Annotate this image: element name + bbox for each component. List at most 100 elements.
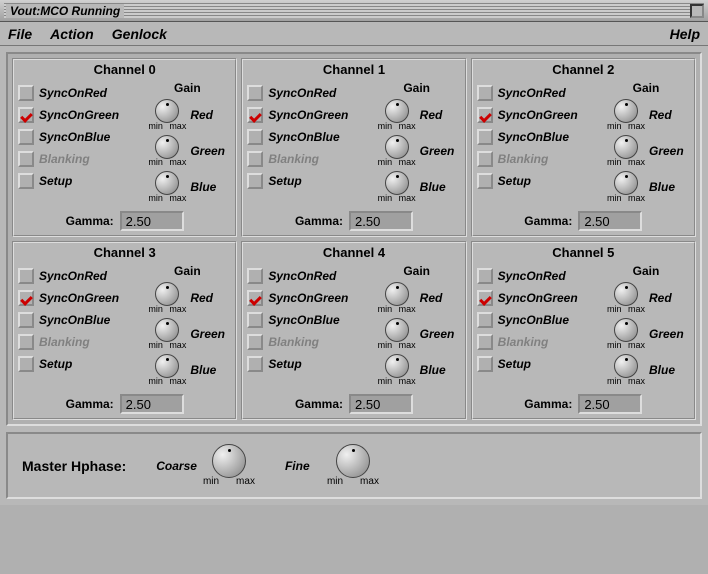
setup-row: Setup (18, 173, 135, 189)
sync-on-green-row: SyncOnGreen (247, 107, 364, 123)
sync-on-blue-checkbox[interactable] (477, 312, 493, 328)
red-gain-dial[interactable] (385, 282, 409, 306)
green-gain-dial[interactable] (614, 318, 638, 342)
red-gain-dial[interactable] (155, 99, 179, 123)
blanking-row: Blanking (247, 334, 364, 350)
sync-on-blue-checkbox[interactable] (477, 129, 493, 145)
red-gain-dial[interactable] (614, 282, 638, 306)
red-gain-dial[interactable] (155, 282, 179, 306)
sync-on-blue-row: SyncOnBlue (247, 129, 364, 145)
gamma-input[interactable] (120, 394, 184, 414)
master-hphase-panel: Master Hphase: Coarse minmax Fine minmax (6, 432, 702, 499)
blue-gain-dial[interactable] (385, 354, 409, 378)
blanking-row: Blanking (18, 334, 135, 350)
sync-on-blue-checkbox[interactable] (18, 312, 34, 328)
sync-on-red-checkbox[interactable] (477, 268, 493, 284)
gain-label: Gain (403, 81, 430, 95)
blanking-row: Blanking (18, 151, 135, 167)
blue-gain-dial[interactable] (614, 171, 638, 195)
sync-on-blue-row: SyncOnBlue (18, 312, 135, 328)
green-gain-dial[interactable] (385, 318, 409, 342)
sync-on-red-row: SyncOnRed (477, 85, 594, 101)
sync-on-green-checkbox[interactable] (18, 107, 34, 123)
blanking-row: Blanking (477, 334, 594, 350)
sync-on-green-row: SyncOnGreen (247, 290, 364, 306)
setup-row: Setup (18, 356, 135, 372)
sync-on-blue-row: SyncOnBlue (247, 312, 364, 328)
sync-on-red-row: SyncOnRed (477, 268, 594, 284)
title-bar: Vout:MCO Running (0, 0, 708, 22)
gain-label: Gain (403, 264, 430, 278)
sync-on-green-checkbox[interactable] (477, 107, 493, 123)
coarse-label: Coarse (156, 459, 197, 473)
gamma-input[interactable] (349, 211, 413, 231)
setup-checkbox[interactable] (477, 356, 493, 372)
sync-on-green-row: SyncOnGreen (477, 290, 594, 306)
sync-on-green-checkbox[interactable] (477, 290, 493, 306)
gamma-label: Gamma: (295, 214, 343, 228)
sync-on-red-checkbox[interactable] (477, 85, 493, 101)
sync-on-green-checkbox[interactable] (247, 290, 263, 306)
setup-checkbox[interactable] (18, 356, 34, 372)
setup-row: Setup (247, 356, 364, 372)
sync-on-green-checkbox[interactable] (18, 290, 34, 306)
channel-panel-1: Channel 1 SyncOnRed SyncOnGreen SyncOnBl… (241, 58, 466, 237)
menu-help[interactable]: Help (670, 26, 700, 42)
gamma-input[interactable] (578, 211, 642, 231)
gamma-label: Gamma: (524, 397, 572, 411)
setup-row: Setup (477, 173, 594, 189)
menu-file[interactable]: File (8, 26, 32, 42)
red-gain-dial[interactable] (385, 99, 409, 123)
setup-checkbox[interactable] (247, 356, 263, 372)
green-gain-dial[interactable] (155, 318, 179, 342)
sync-on-green-row: SyncOnGreen (18, 107, 135, 123)
channel-panel-4: Channel 4 SyncOnRed SyncOnGreen SyncOnBl… (241, 241, 466, 420)
sync-on-blue-checkbox[interactable] (247, 312, 263, 328)
sync-on-blue-checkbox[interactable] (18, 129, 34, 145)
gamma-input[interactable] (120, 211, 184, 231)
blue-gain-dial[interactable] (155, 171, 179, 195)
gamma-label: Gamma: (66, 214, 114, 228)
blanking-checkbox (247, 334, 263, 350)
setup-row: Setup (247, 173, 364, 189)
sync-on-red-checkbox[interactable] (247, 268, 263, 284)
setup-checkbox[interactable] (247, 173, 263, 189)
green-gain-dial[interactable] (385, 135, 409, 159)
coarse-dial[interactable] (212, 444, 246, 478)
menu-genlock[interactable]: Genlock (112, 26, 167, 42)
blanking-row: Blanking (247, 151, 364, 167)
sync-on-red-row: SyncOnRed (247, 268, 364, 284)
setup-checkbox[interactable] (477, 173, 493, 189)
blue-gain-dial[interactable] (614, 354, 638, 378)
blanking-checkbox (477, 334, 493, 350)
blue-gain-dial[interactable] (155, 354, 179, 378)
sync-on-blue-row: SyncOnBlue (18, 129, 135, 145)
sync-on-blue-row: SyncOnBlue (477, 129, 594, 145)
gain-label: Gain (174, 264, 201, 278)
channel-title: Channel 5 (477, 245, 690, 260)
sync-on-green-checkbox[interactable] (247, 107, 263, 123)
window-title: Vout:MCO Running (6, 4, 124, 18)
channel-title: Channel 0 (18, 62, 231, 77)
gain-label: Gain (633, 81, 660, 95)
minimize-button[interactable] (690, 4, 704, 18)
green-gain-dial[interactable] (155, 135, 179, 159)
red-gain-dial[interactable] (614, 99, 638, 123)
gamma-input[interactable] (578, 394, 642, 414)
sync-on-red-checkbox[interactable] (18, 85, 34, 101)
green-gain-dial[interactable] (614, 135, 638, 159)
sync-on-red-checkbox[interactable] (247, 85, 263, 101)
sync-on-red-checkbox[interactable] (18, 268, 34, 284)
gamma-input[interactable] (349, 394, 413, 414)
blanking-checkbox (477, 151, 493, 167)
setup-checkbox[interactable] (18, 173, 34, 189)
channel-panel-0: Channel 0 SyncOnRed SyncOnGreen SyncOnBl… (12, 58, 237, 237)
fine-label: Fine (285, 459, 321, 473)
menu-action[interactable]: Action (50, 26, 94, 42)
channel-title: Channel 4 (247, 245, 460, 260)
blue-gain-dial[interactable] (385, 171, 409, 195)
sync-on-blue-checkbox[interactable] (247, 129, 263, 145)
gain-label: Gain (174, 81, 201, 95)
fine-dial[interactable] (336, 444, 370, 478)
sync-on-blue-row: SyncOnBlue (477, 312, 594, 328)
